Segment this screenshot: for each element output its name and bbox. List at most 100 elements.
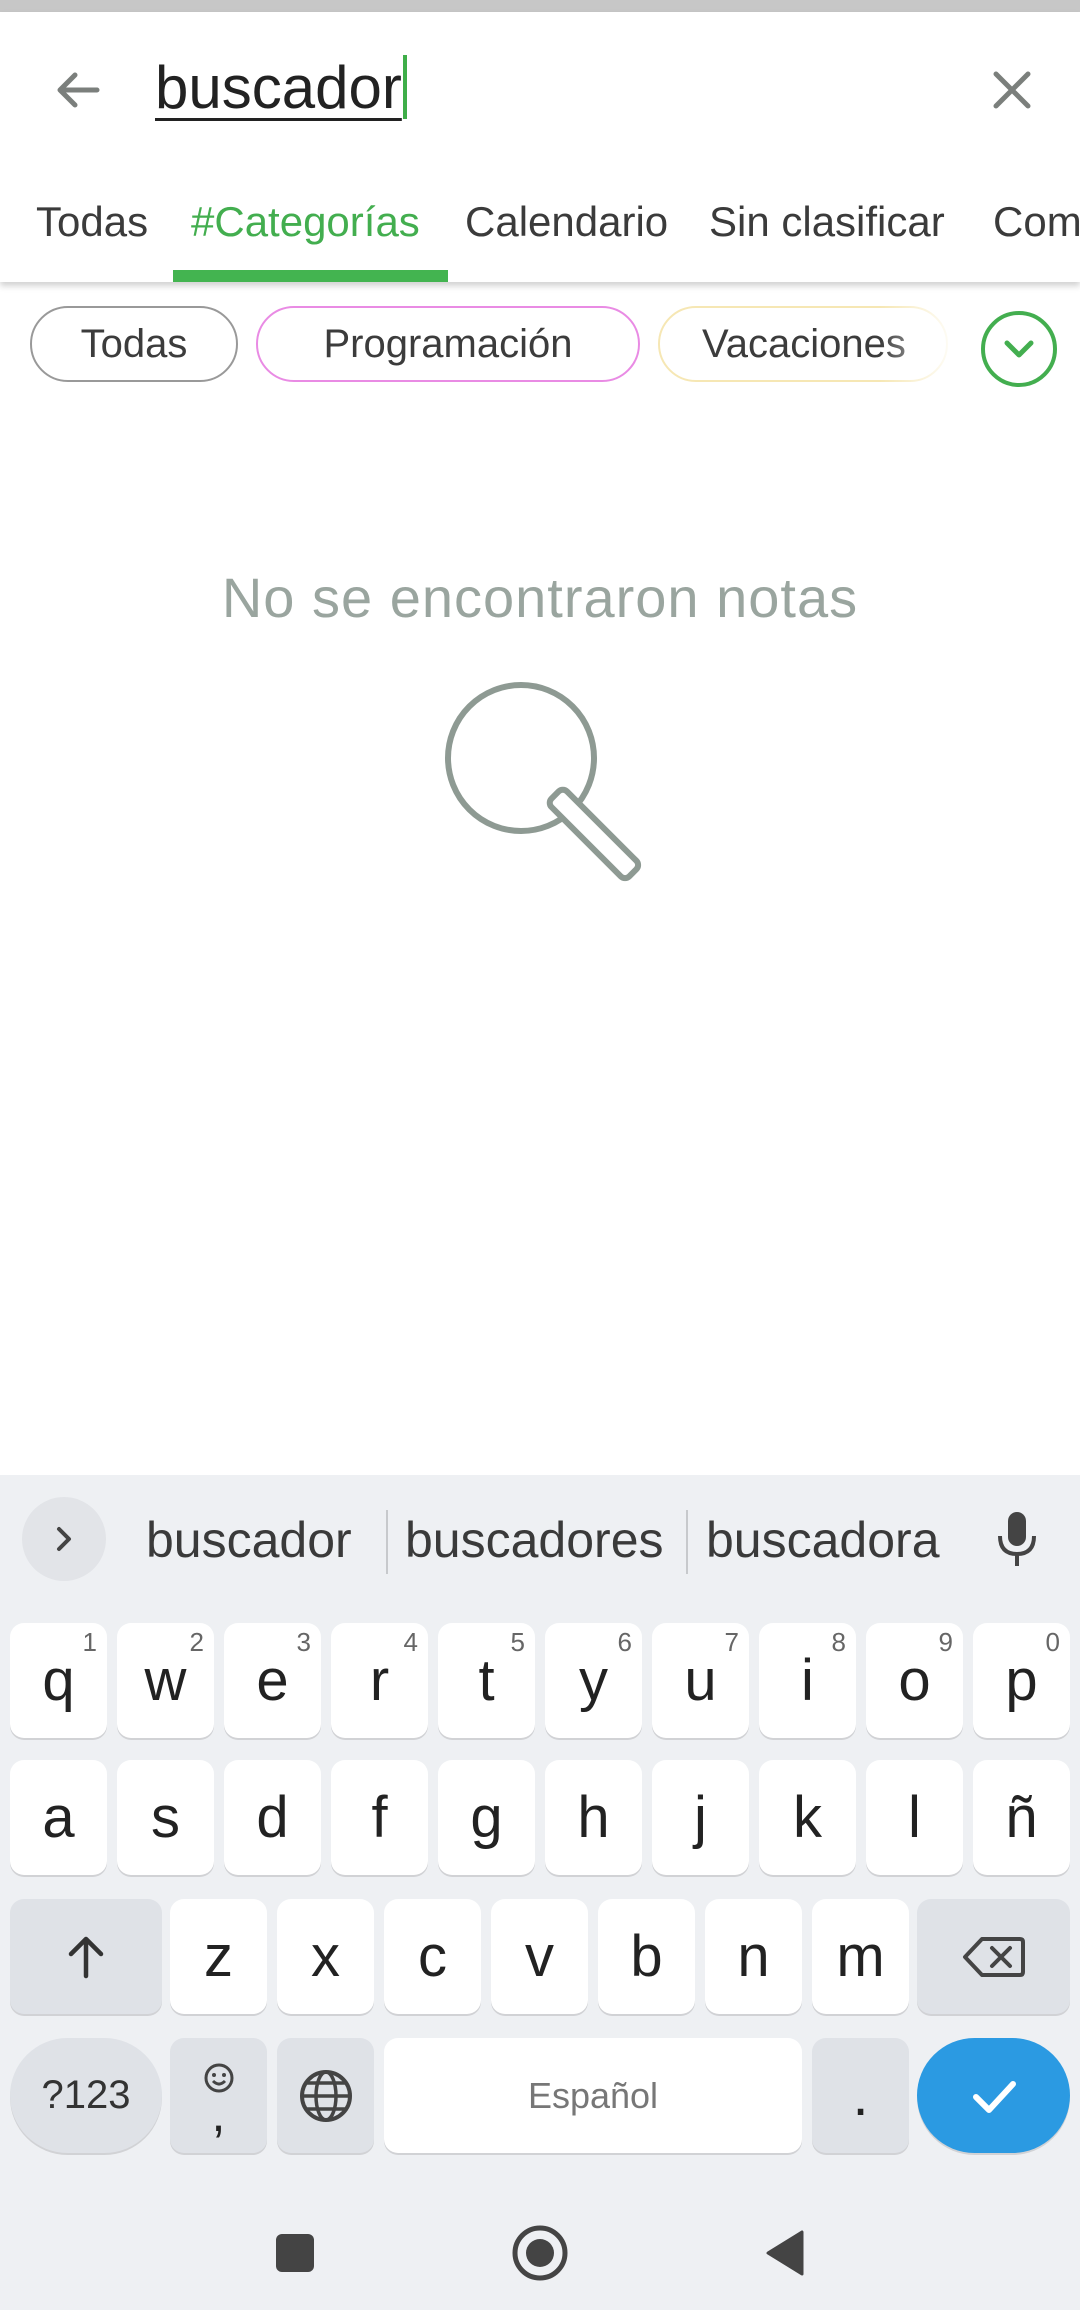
key-o[interactable]: o9 [866,1623,963,1738]
arrow-left-icon [57,72,100,108]
key-p[interactable]: p0 [973,1623,1070,1738]
backspace-icon [962,1936,1025,1977]
tab-com[interactable]: Com [993,162,1080,282]
symbols-key[interactable]: ?123 [10,2038,162,2153]
home-button[interactable] [500,2213,580,2293]
key-hint: 0 [1045,1627,1060,1657]
triangle-back-icon [766,2230,804,2276]
key-hint: 9 [938,1627,953,1657]
key-u[interactable]: u7 [652,1623,749,1738]
filter-tabs: Todas #Categorías Calendario Sin clasifi… [0,162,1080,282]
key-r[interactable]: r4 [331,1623,428,1738]
system-nav-bar [0,2185,1080,2310]
language-key[interactable] [277,2038,374,2153]
expand-toolbar-button[interactable] [22,1497,106,1581]
key-m[interactable]: m [812,1899,909,2014]
key-y[interactable]: y6 [545,1623,642,1738]
shift-arrow-icon [68,1936,104,1978]
key-label: r [369,1648,390,1713]
key-f[interactable]: f [331,1760,428,1875]
key-label: o [898,1648,931,1713]
search-input[interactable]: buscador [155,42,407,132]
suggestion-divider [386,1510,388,1574]
search-query-text: buscador [155,53,402,121]
active-tab-indicator [173,270,448,282]
enter-key[interactable] [917,2038,1070,2153]
key-label: y [579,1648,608,1713]
empty-state-message: No se encontraron notas [221,566,859,629]
key-k[interactable]: k [759,1760,856,1875]
check-icon [972,2080,1016,2113]
tab-sin-clasificar[interactable]: Sin clasificar [709,162,945,282]
key-i[interactable]: i8 [759,1623,856,1738]
key-hint: 2 [189,1627,204,1657]
recent-apps-button[interactable] [255,2213,335,2293]
comma-key[interactable]: , [170,2038,267,2153]
key-v[interactable]: v [491,1899,588,2014]
key-s[interactable]: s [117,1760,214,1875]
shift-key[interactable] [10,1899,162,2014]
magnifier-icon [436,676,656,901]
suggestion-3[interactable]: buscadora [706,1505,940,1575]
tab-categorias[interactable]: #Categorías [191,162,420,282]
suggestion-2[interactable]: buscadores [405,1505,664,1575]
key-z[interactable]: z [170,1899,267,2014]
key-a[interactable]: a [10,1760,107,1875]
backspace-key[interactable] [917,1899,1070,2014]
close-icon [993,71,1031,109]
key-hint: 1 [82,1627,97,1657]
key-label: e [256,1648,289,1713]
microphone-icon [998,1512,1036,1566]
home-circle-icon [512,2225,568,2281]
status-strip [0,0,1080,12]
key-hint: 6 [617,1627,632,1657]
key-h[interactable]: h [545,1760,642,1875]
key-n-tilde[interactable]: ñ [973,1760,1070,1875]
chip-todas[interactable]: Todas [30,306,238,382]
square-icon [276,2234,314,2272]
key-label: q [42,1648,75,1713]
text-caret [402,55,407,119]
chevron-right-icon [57,1527,71,1551]
chip-programacion[interactable]: Programación [256,306,640,382]
key-hint: 7 [724,1627,739,1657]
key-hint: 5 [510,1627,525,1657]
key-x[interactable]: x [277,1899,374,2014]
key-e[interactable]: e3 [224,1623,321,1738]
key-hint: 8 [831,1627,846,1657]
chevron-down-icon [1004,340,1034,358]
key-label: p [1005,1648,1038,1713]
globe-icon [299,2069,352,2122]
key-l[interactable]: l [866,1760,963,1875]
key-label: u [684,1648,717,1713]
key-g[interactable]: g [438,1760,535,1875]
back-button[interactable] [46,58,110,122]
key-j[interactable]: j [652,1760,749,1875]
clear-search-button[interactable] [980,58,1044,122]
key-b[interactable]: b [598,1899,695,2014]
back-nav-button[interactable] [745,2213,825,2293]
key-q[interactable]: q1 [10,1623,107,1738]
period-key[interactable]: . [812,2038,909,2153]
suggestion-divider [686,1510,688,1574]
search-header: buscador Todas #Categorías Calendario Si… [0,12,1080,282]
suggestion-1[interactable]: buscador [146,1505,352,1575]
space-key[interactable]: Español [384,2038,802,2153]
key-label: i [801,1648,814,1713]
key-d[interactable]: d [224,1760,321,1875]
key-label: w [144,1648,187,1713]
microphone-button[interactable] [985,1505,1049,1575]
key-hint: 3 [296,1627,311,1657]
key-hint: 4 [403,1627,418,1657]
key-c[interactable]: c [384,1899,481,2014]
expand-categories-button[interactable] [981,311,1057,387]
key-t[interactable]: t5 [438,1623,535,1738]
suggestion-bar: buscador buscadores buscadora [0,1475,1080,1605]
key-label: t [478,1648,495,1713]
chips-fade [880,306,960,386]
comma-label: , [211,2085,226,2142]
tab-calendario[interactable]: Calendario [465,162,668,282]
tab-todas[interactable]: Todas [36,162,148,282]
key-w[interactable]: w2 [117,1623,214,1738]
key-n[interactable]: n [705,1899,802,2014]
